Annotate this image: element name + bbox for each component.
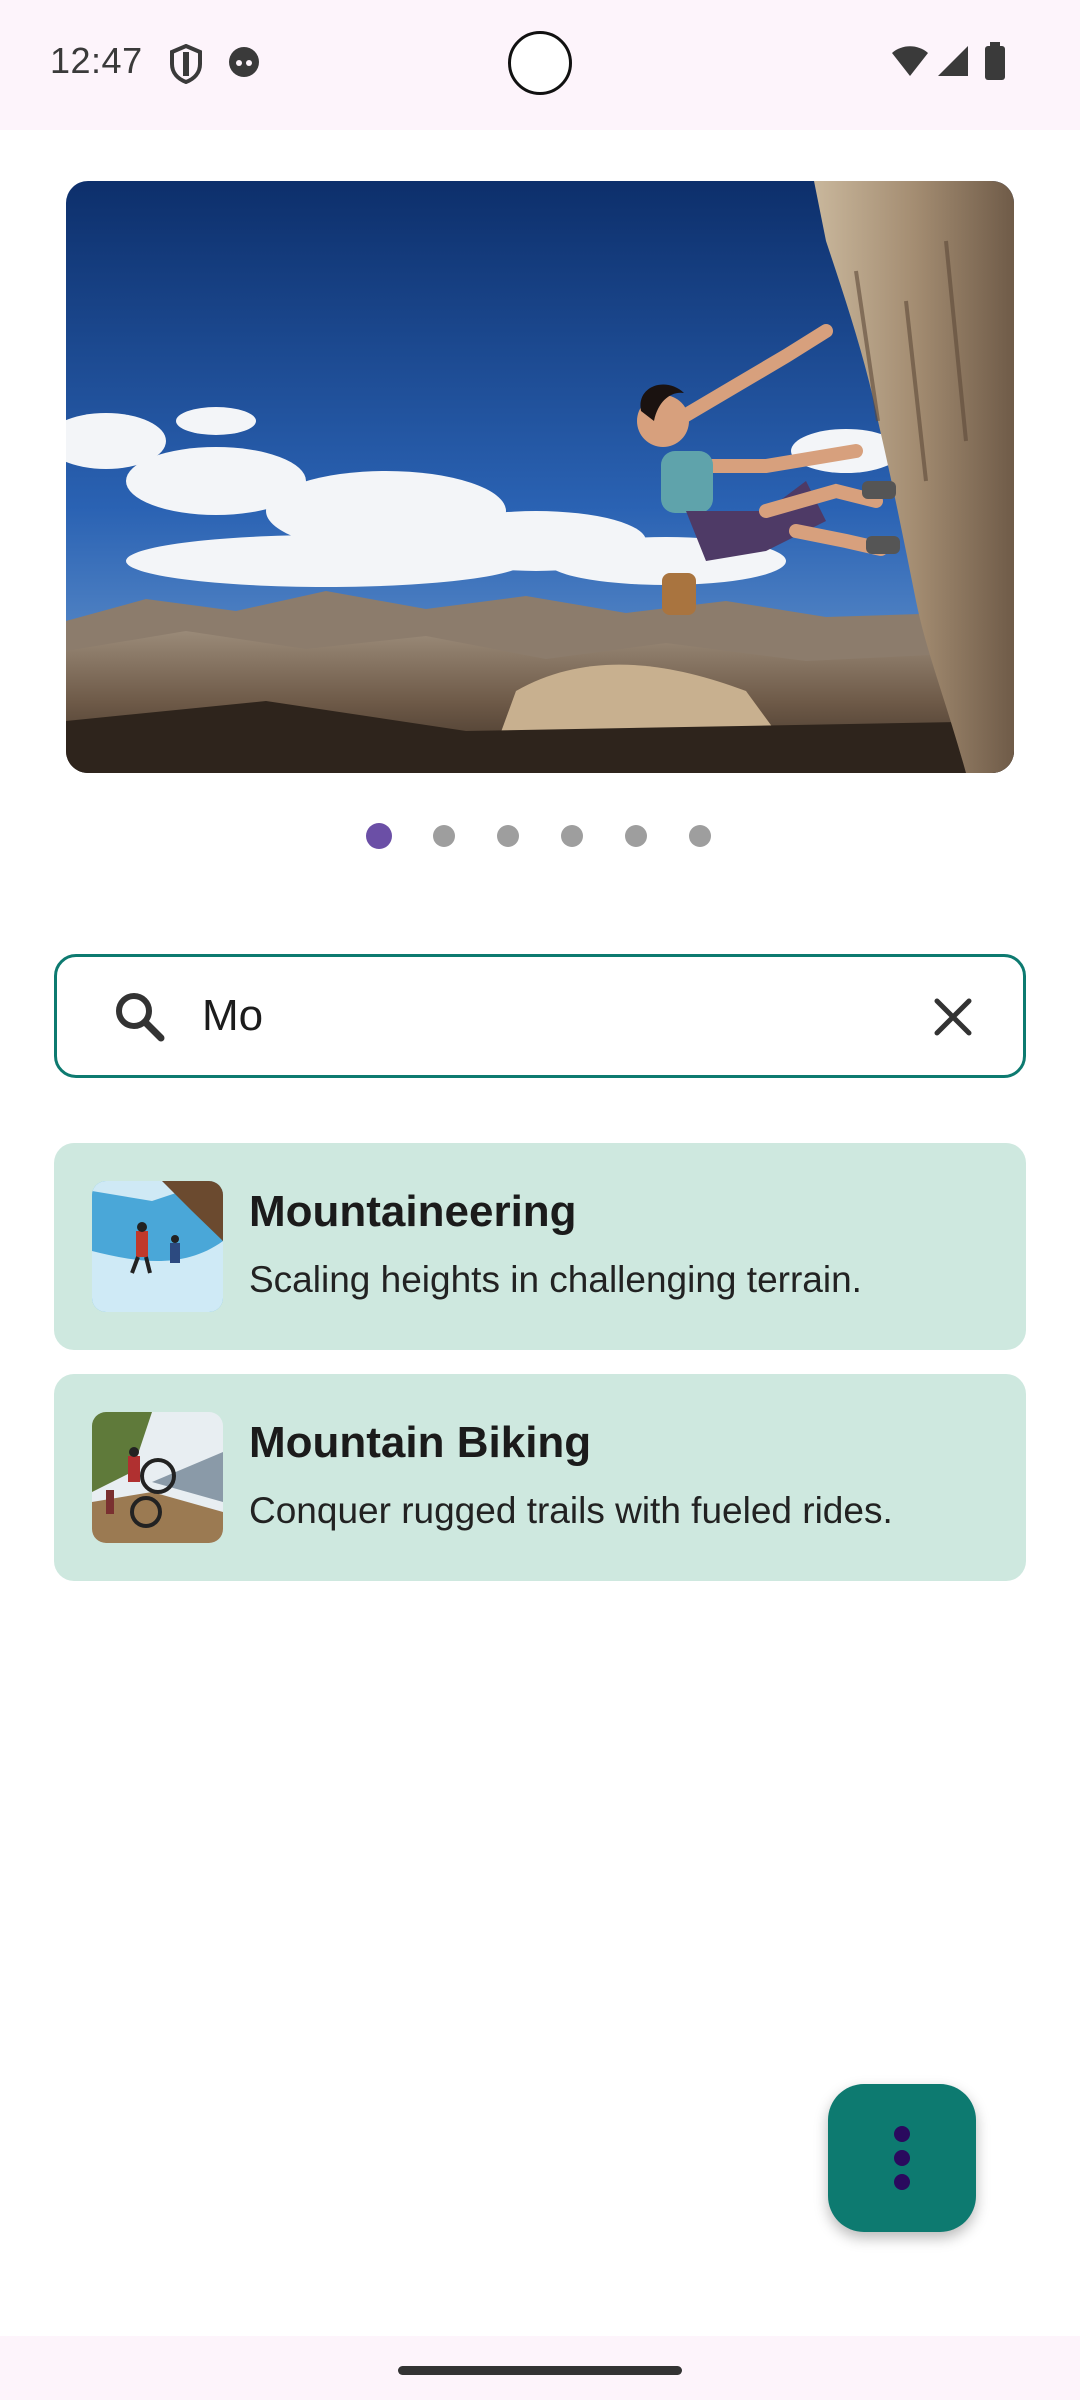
page-dot[interactable] <box>689 825 711 847</box>
result-card-mountaineering[interactable]: Mountaineering Scaling heights in challe… <box>54 1143 1026 1350</box>
carousel-image[interactable] <box>66 181 1014 773</box>
page-dot[interactable] <box>433 825 455 847</box>
battery-icon <box>984 42 1006 85</box>
home-gesture-handle[interactable] <box>398 2366 682 2375</box>
card-title: Mountaineering <box>249 1187 577 1236</box>
page-dot[interactable] <box>497 825 519 847</box>
card-description: Scaling heights in challenging terrain. <box>249 1259 862 1300</box>
signal-icon <box>936 44 970 83</box>
climbing-photo <box>66 181 1014 773</box>
result-card-mountain-biking[interactable]: Mountain Biking Conquer rugged trails wi… <box>54 1374 1026 1581</box>
mountaineering-thumbnail <box>92 1181 223 1312</box>
mountain-biking-thumbnail <box>92 1412 223 1543</box>
status-bar: 12:47 <box>0 0 1080 130</box>
card-description: Conquer rugged trails with fueled rides. <box>249 1490 893 1531</box>
page-dot-active[interactable] <box>366 823 392 849</box>
search-field[interactable] <box>54 954 1026 1078</box>
close-icon[interactable] <box>931 995 975 1044</box>
page-dot[interactable] <box>561 825 583 847</box>
search-input[interactable] <box>202 983 902 1049</box>
carousel-page-indicator <box>0 823 1080 849</box>
search-icon <box>113 990 165 1047</box>
wifi-icon <box>890 44 930 83</box>
more-options-fab[interactable] <box>828 2084 976 2232</box>
shield-icon <box>168 43 204 89</box>
status-time: 12:47 <box>50 40 143 81</box>
navigation-bar <box>0 2336 1080 2400</box>
camera-cutout <box>508 31 572 95</box>
card-title: Mountain Biking <box>249 1418 592 1467</box>
page-dot[interactable] <box>625 825 647 847</box>
face-icon <box>226 44 262 85</box>
